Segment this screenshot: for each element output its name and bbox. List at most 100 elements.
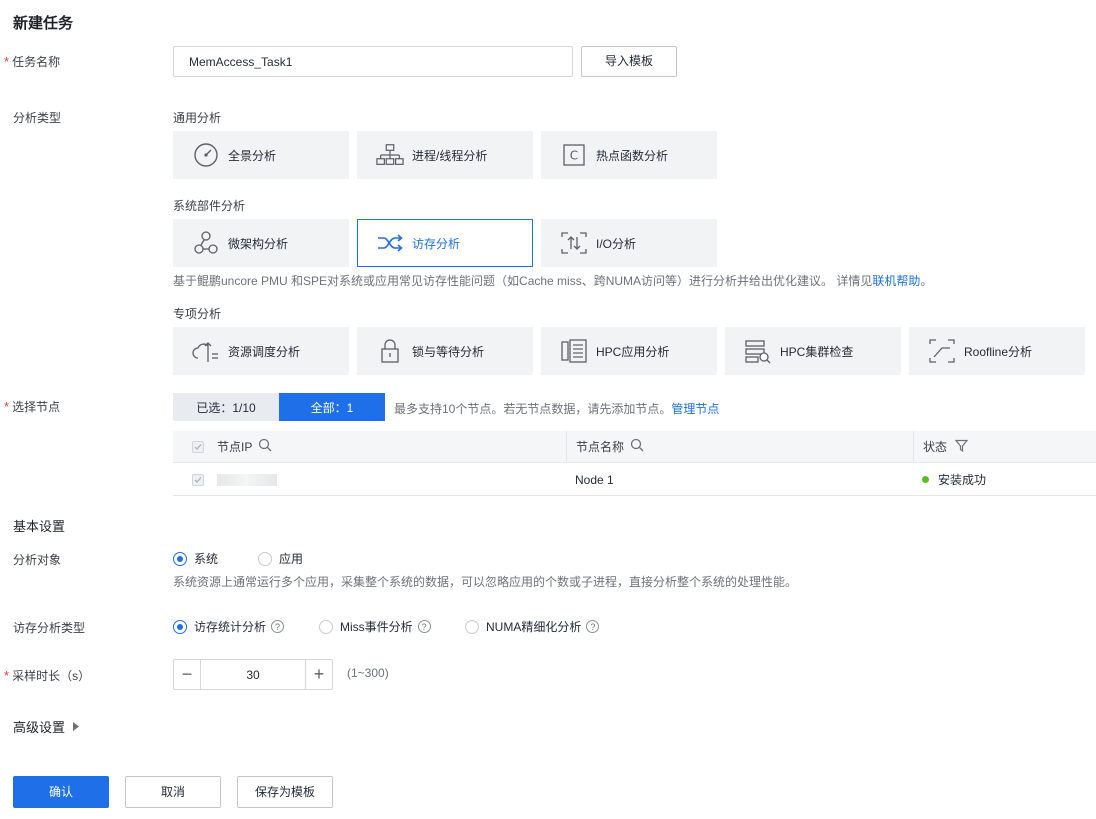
memory-analysis-type-label: 访存分析类型 bbox=[13, 621, 86, 635]
radio-memory-statistics[interactable]: 访存统计分析? bbox=[173, 618, 285, 635]
advanced-settings-label: 高级设置 bbox=[13, 720, 66, 735]
card-lock-wait-analysis[interactable]: 锁与等待分析 bbox=[357, 327, 533, 375]
radio-label: 访存统计分析 bbox=[194, 620, 267, 634]
card-hpc-cluster-check[interactable]: HPC集群检查 bbox=[725, 327, 901, 375]
description-end: 。 bbox=[920, 274, 933, 288]
hierarchy-icon bbox=[376, 141, 404, 169]
sampling-duration-label: * 采样时长（s） bbox=[4, 667, 90, 684]
card-label: Roofline分析 bbox=[964, 344, 1033, 359]
column-header-node-name: 节点名称 bbox=[566, 431, 913, 463]
manage-nodes-link[interactable]: 管理节点 bbox=[671, 402, 719, 416]
radio-numa-fine-grained[interactable]: NUMA精细化分析? bbox=[465, 618, 600, 635]
help-icon[interactable]: ? bbox=[586, 620, 600, 633]
basic-settings-title: 基本设置 bbox=[13, 519, 66, 534]
required-mark: * bbox=[4, 54, 10, 69]
card-label: HPC应用分析 bbox=[596, 344, 670, 359]
radio-system[interactable]: 系统 bbox=[173, 550, 218, 567]
help-icon[interactable]: ? bbox=[417, 620, 431, 633]
caret-right-icon bbox=[73, 719, 80, 734]
radio-label: 系统 bbox=[194, 552, 219, 566]
description-text: 基于鲲鹏uncore PMU 和SPE对系统或应用常见访存性能问题（如Cache… bbox=[173, 274, 873, 288]
column-title: 节点IP bbox=[217, 440, 253, 454]
radio-application[interactable]: 应用 bbox=[258, 550, 303, 567]
svg-text:C: C bbox=[570, 149, 578, 163]
radio-circle bbox=[465, 619, 479, 634]
duration-stepper: − 30 + bbox=[173, 659, 333, 690]
tab-selected-nodes[interactable]: 已选：1/10 bbox=[173, 393, 279, 421]
card-label: 锁与等待分析 bbox=[412, 344, 485, 359]
special-analysis-title: 专项分析 bbox=[173, 307, 222, 321]
advanced-settings-toggle[interactable]: 高级设置 bbox=[13, 717, 80, 736]
table-row-cell-name: Node 1 bbox=[566, 464, 913, 496]
general-analysis-title: 通用分析 bbox=[173, 111, 222, 125]
radio-circle bbox=[173, 619, 187, 634]
roofline-chart-icon bbox=[928, 337, 956, 365]
card-hotspot-function-analysis[interactable]: C 热点函数分析 bbox=[541, 131, 717, 179]
search-icon[interactable] bbox=[630, 438, 644, 455]
increment-button[interactable]: + bbox=[305, 660, 332, 689]
import-template-button[interactable]: 导入模板 bbox=[581, 46, 677, 77]
status-dot bbox=[922, 476, 929, 483]
node-name: Node 1 bbox=[575, 472, 614, 487]
save-as-template-button[interactable]: 保存为模板 bbox=[237, 776, 333, 808]
search-icon[interactable] bbox=[258, 438, 272, 455]
task-name-label: * 任务名称 bbox=[4, 53, 60, 70]
gauge-icon bbox=[192, 141, 220, 169]
molecule-icon bbox=[192, 229, 220, 257]
status-text: 安装成功 bbox=[938, 473, 987, 487]
cluster-search-icon bbox=[744, 337, 772, 365]
card-label: 资源调度分析 bbox=[228, 344, 301, 359]
card-label: 全景分析 bbox=[228, 148, 277, 163]
memory-analysis-description: 基于鲲鹏uncore PMU 和SPE对系统或应用常见访存性能问题（如Cache… bbox=[173, 272, 932, 289]
filter-icon[interactable] bbox=[954, 439, 969, 455]
help-icon[interactable]: ? bbox=[271, 620, 285, 633]
task-name-value: MemAccess_Task1 bbox=[189, 54, 293, 69]
duration-range: (1~300) bbox=[347, 666, 389, 680]
analysis-target-label: 分析对象 bbox=[13, 553, 62, 567]
task-name-input[interactable]: MemAccess_Task1 bbox=[173, 46, 573, 77]
column-header-node-ip: 节点IP bbox=[173, 431, 566, 463]
lock-icon bbox=[376, 337, 404, 365]
radio-circle bbox=[258, 551, 272, 566]
column-title: 状态 bbox=[923, 440, 948, 454]
radio-label: 应用 bbox=[279, 552, 304, 566]
card-hpc-application-analysis[interactable]: HPC应用分析 bbox=[541, 327, 717, 375]
card-process-thread-analysis[interactable]: 进程/线程分析 bbox=[357, 131, 533, 179]
card-label: 热点函数分析 bbox=[596, 148, 669, 163]
cancel-button[interactable]: 取消 bbox=[125, 776, 221, 808]
radio-circle bbox=[319, 619, 333, 634]
io-arrows-icon bbox=[560, 229, 588, 257]
select-nodes-label: * 选择节点 bbox=[4, 398, 60, 415]
card-microarchitecture-analysis[interactable]: 微架构分析 bbox=[173, 219, 349, 267]
scheduling-icon bbox=[192, 337, 220, 365]
select-nodes-label-text: 选择节点 bbox=[12, 400, 61, 414]
column-title: 节点名称 bbox=[576, 440, 625, 454]
tab-all-nodes[interactable]: 全部：1 bbox=[279, 393, 385, 421]
card-memory-access-analysis[interactable]: 访存分析 bbox=[357, 219, 533, 267]
system-component-analysis-title: 系统部件分析 bbox=[173, 199, 246, 213]
confirm-button[interactable]: 确认 bbox=[13, 776, 109, 808]
page-title: 新建任务 bbox=[13, 15, 74, 32]
select-all-checkbox[interactable] bbox=[192, 440, 204, 453]
card-label: HPC集群检查 bbox=[780, 344, 854, 359]
card-label: 微架构分析 bbox=[228, 236, 289, 251]
hpc-server-icon bbox=[560, 337, 588, 365]
radio-label: NUMA精细化分析 bbox=[486, 620, 582, 634]
table-row-cell-ip bbox=[173, 464, 566, 496]
card-roofline-analysis[interactable]: Roofline分析 bbox=[909, 327, 1085, 375]
card-panorama-analysis[interactable]: 全景分析 bbox=[173, 131, 349, 179]
card-resource-scheduling-analysis[interactable]: 资源调度分析 bbox=[173, 327, 349, 375]
row-checkbox[interactable] bbox=[192, 473, 204, 486]
column-header-status: 状态 bbox=[913, 431, 1096, 463]
required-mark: * bbox=[4, 399, 10, 414]
card-io-analysis[interactable]: I/O分析 bbox=[541, 219, 717, 267]
decrement-button[interactable]: − bbox=[174, 660, 201, 689]
duration-input[interactable]: 30 bbox=[201, 660, 305, 689]
online-help-link[interactable]: 联机帮助 bbox=[872, 274, 920, 288]
masked-ip bbox=[217, 473, 277, 486]
task-name-label-text: 任务名称 bbox=[12, 55, 61, 69]
radio-circle bbox=[173, 551, 187, 566]
required-mark: * bbox=[4, 668, 10, 683]
radio-label: Miss事件分析 bbox=[340, 620, 413, 634]
radio-miss-event[interactable]: Miss事件分析? bbox=[319, 618, 431, 635]
